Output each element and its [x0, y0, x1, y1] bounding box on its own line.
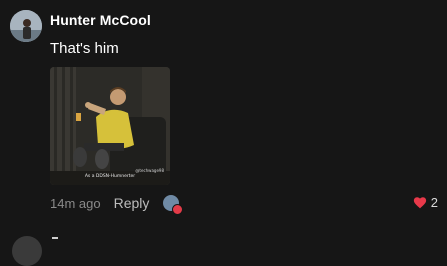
- comment-timestamp: 14m ago: [50, 195, 101, 211]
- heart-icon: [413, 197, 426, 209]
- comment-gif[interactable]: @techwage98 As a DDSN-Humnerter: [50, 67, 170, 185]
- reply-user-avatar[interactable]: [163, 195, 184, 215]
- author-avatar[interactable]: [10, 10, 42, 42]
- comment-author-name[interactable]: Hunter McCool: [50, 12, 151, 28]
- gif-watermark: @techwage98: [135, 168, 164, 173]
- next-comment-avatar[interactable]: [12, 236, 42, 266]
- comment-text: That's him: [50, 40, 119, 57]
- reply-button[interactable]: Reply: [114, 195, 150, 211]
- reaction-badge-icon: [172, 204, 184, 215]
- author-avatar-image: [10, 10, 42, 42]
- like-count: 2: [430, 195, 438, 210]
- next-comment-author-partial: [52, 237, 58, 245]
- comment-meta: 14m ago Reply: [50, 194, 184, 215]
- like-button[interactable]: 2: [413, 195, 438, 210]
- gif-caption: As a DDSN-Humnerter: [84, 174, 136, 179]
